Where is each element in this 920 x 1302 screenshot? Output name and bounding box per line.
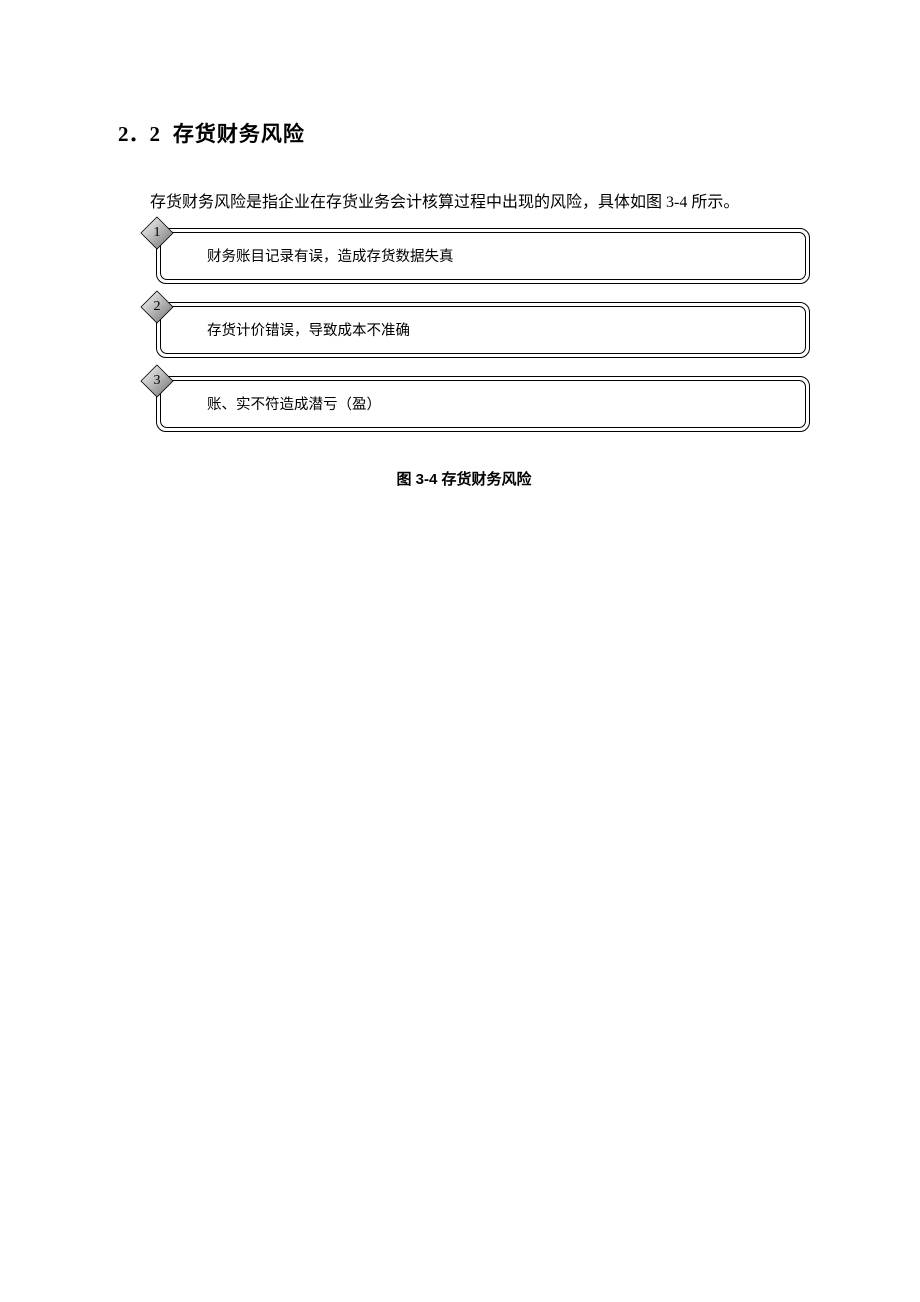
risk-box: 账、实不符造成潜亏（盈） <box>156 376 810 432</box>
risk-text: 账、实不符造成潜亏（盈） <box>207 393 381 414</box>
section-heading: 2．2 存货财务风险 <box>118 118 810 148</box>
risk-number: 2 <box>154 299 161 315</box>
risk-number: 1 <box>154 225 161 241</box>
figure-caption: 图 3-4 存货财务风险 <box>118 468 810 489</box>
risk-item: 2 存货计价错误，导致成本不准确 <box>142 302 810 358</box>
intro-paragraph: 存货财务风险是指企业在存货业务会计核算过程中出现的风险，具体如图 3-4 所示。 <box>118 190 810 216</box>
risk-box: 存货计价错误，导致成本不准确 <box>156 302 810 358</box>
risk-diagram: 1 财务账目记录有误，造成存货数据失真 2 存货计价错误，导致成本不准确 <box>142 228 810 432</box>
risk-box: 财务账目记录有误，造成存货数据失真 <box>156 228 810 284</box>
section-number: 2．2 <box>118 122 160 146</box>
risk-item: 1 财务账目记录有误，造成存货数据失真 <box>142 228 810 284</box>
diamond-badge: 1 <box>140 216 174 250</box>
risk-number: 3 <box>154 373 161 389</box>
diamond-badge: 2 <box>140 290 174 324</box>
risk-text: 财务账目记录有误，造成存货数据失真 <box>207 245 454 266</box>
diamond-badge: 3 <box>140 364 174 398</box>
section-title: 存货财务风险 <box>173 123 305 146</box>
risk-text: 存货计价错误，导致成本不准确 <box>207 319 410 340</box>
risk-item: 3 账、实不符造成潜亏（盈） <box>142 376 810 432</box>
